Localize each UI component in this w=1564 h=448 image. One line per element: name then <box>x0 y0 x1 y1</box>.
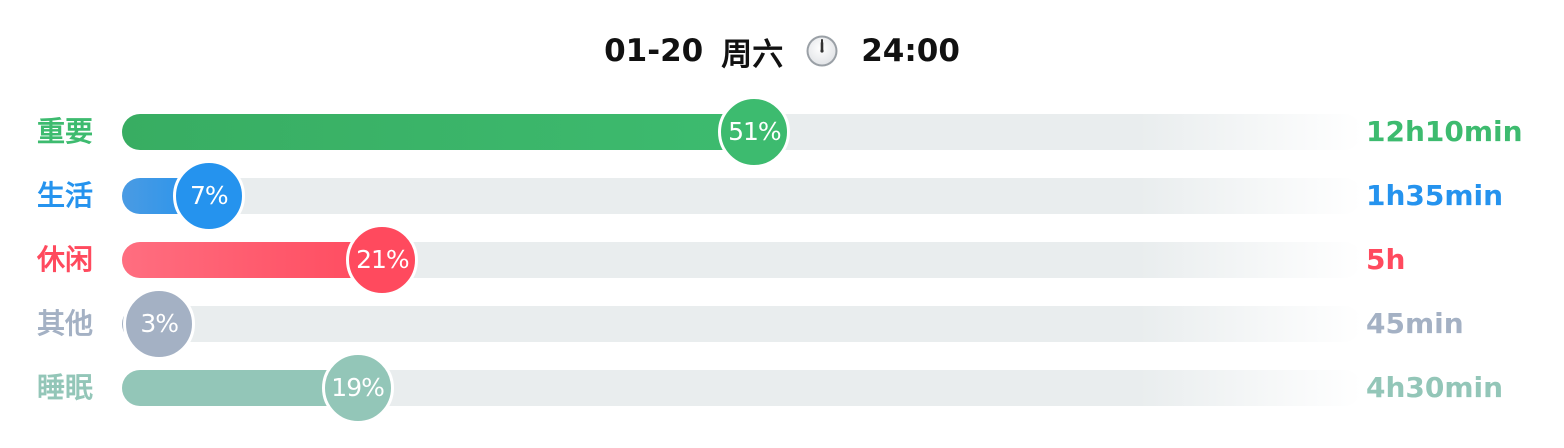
category-bar-chart: 重要 51% 12h10min 生活 7% 1h35min 休闲 21% 5h 其他 3% 45min… <box>0 0 1564 448</box>
category-label: 睡眠 <box>37 371 94 404</box>
bar-fill <box>122 114 755 150</box>
percent-badge: 3% <box>123 288 196 360</box>
category-label: 其他 <box>37 307 94 340</box>
duration-label: 1h35min <box>1366 179 1504 212</box>
bar-row: 其他 3% 45min <box>0 288 1564 360</box>
duration-label: 4h30min <box>1366 371 1504 404</box>
bar-row: 重要 51% 12h10min <box>0 96 1564 168</box>
bar-row: 睡眠 19% 4h30min <box>0 352 1564 424</box>
percent-badge: 21% <box>346 224 419 296</box>
percent-badge: 51% <box>718 96 791 168</box>
bar-fill <box>122 242 383 278</box>
duration-label: 45min <box>1366 307 1464 340</box>
bar-track: 7% <box>122 160 1362 232</box>
category-label: 休闲 <box>37 243 94 276</box>
bar-track: 3% <box>122 288 1362 360</box>
category-label: 重要 <box>37 115 94 148</box>
bar-track: 51% <box>122 96 1362 168</box>
bar-row: 休闲 21% 5h <box>0 224 1564 296</box>
category-label: 生活 <box>37 179 94 212</box>
percent-badge: 7% <box>172 160 245 232</box>
duration-label: 12h10min <box>1366 115 1523 148</box>
duration-label: 5h <box>1366 243 1406 276</box>
bar-track: 19% <box>122 352 1362 424</box>
bar-row: 生活 7% 1h35min <box>0 160 1564 232</box>
percent-badge: 19% <box>321 352 394 424</box>
bar-track: 21% <box>122 224 1362 296</box>
